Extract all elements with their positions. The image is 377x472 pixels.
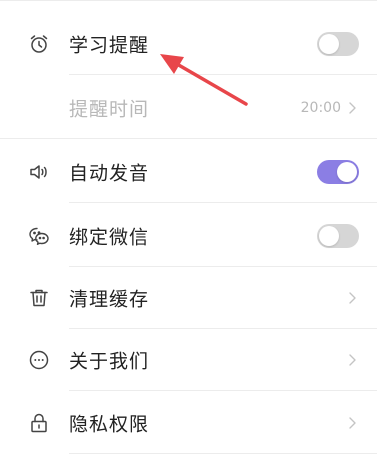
divider <box>69 74 377 75</box>
settings-row-study-reminder[interactable]: 学习提醒 <box>0 13 377 75</box>
divider <box>69 202 377 203</box>
bind-wechat-label: 绑定微信 <box>69 226 150 249</box>
reminder-time-value: 20:00 <box>300 100 341 116</box>
toggle-knob <box>319 34 339 54</box>
chevron-right-icon <box>347 353 357 367</box>
settings-row-privacy[interactable]: 隐私权限 <box>0 392 377 454</box>
chevron-right-icon <box>347 416 357 430</box>
settings-row-bind-wechat[interactable]: 绑定微信 <box>0 205 377 267</box>
toggle-knob <box>319 226 339 246</box>
speaker-icon <box>27 160 51 184</box>
chevron-right-icon <box>347 291 357 305</box>
settings-row-clear-cache[interactable]: 清理缓存 <box>0 267 377 329</box>
privacy-label: 隐私权限 <box>69 413 150 436</box>
settings-row-auto-pronunciation[interactable]: 自动发音 <box>0 141 377 203</box>
toggle-knob <box>337 162 357 182</box>
about-us-label: 关于我们 <box>69 350 150 373</box>
study-reminder-label: 学习提醒 <box>69 34 150 57</box>
divider <box>69 390 377 391</box>
divider <box>0 138 377 139</box>
wechat-icon <box>27 224 51 248</box>
trash-icon <box>27 286 51 310</box>
auto-pronunciation-label: 自动发音 <box>69 162 150 185</box>
settings-row-about-us[interactable]: 关于我们 <box>0 329 377 391</box>
divider <box>69 453 377 454</box>
reminder-time-label: 提醒时间 <box>69 98 150 121</box>
top-divider <box>0 0 377 1</box>
auto-pronunciation-toggle[interactable] <box>317 160 359 184</box>
settings-row-reminder-time[interactable]: 提醒时间 20:00 <box>0 77 377 139</box>
info-dots-icon <box>27 348 51 372</box>
lock-icon <box>27 411 51 435</box>
study-reminder-toggle[interactable] <box>317 32 359 56</box>
bind-wechat-toggle[interactable] <box>317 224 359 248</box>
clear-cache-label: 清理缓存 <box>69 288 150 311</box>
chevron-right-icon <box>347 101 357 115</box>
alarm-clock-icon <box>27 32 51 56</box>
